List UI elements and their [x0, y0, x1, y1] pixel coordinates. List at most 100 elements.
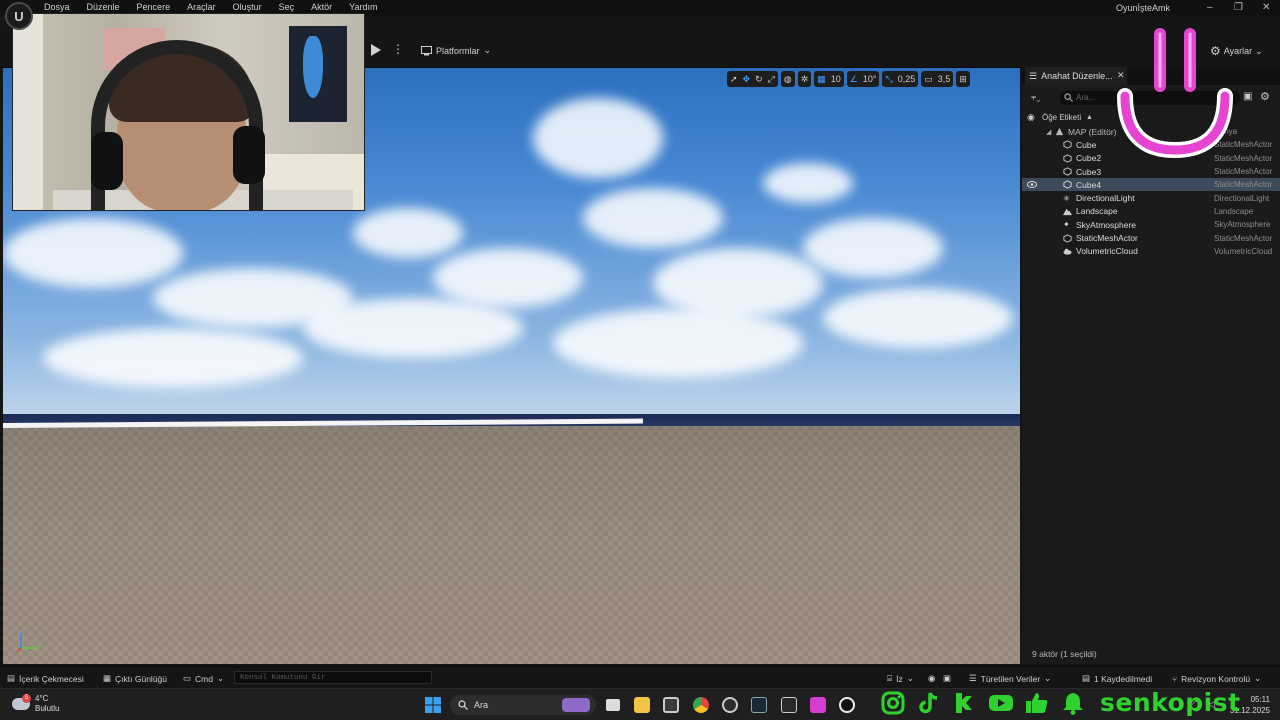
close-window-icon[interactable]: ✕ [1262, 2, 1270, 13]
outliner-row[interactable]: Cube3 StaticMeshActor [1022, 165, 1280, 178]
unreal-engine-icon[interactable] [839, 697, 855, 713]
unreal-logo-icon[interactable]: U [5, 2, 33, 30]
outliner-row-name: Cube2 [1076, 153, 1102, 164]
weather-description: Bulutlu [35, 704, 60, 713]
content-drawer-button[interactable]: ▤ İçerik Çekmecesi [7, 673, 84, 684]
kick-icon [956, 692, 972, 713]
column-item-label[interactable]: Öğe Etiketi [1042, 113, 1081, 122]
weather-temperature: 4°C [35, 694, 49, 703]
unsaved-icon: ▤ [1082, 673, 1091, 683]
app-pink-icon[interactable] [810, 697, 826, 713]
outliner-row-name: VolumetricCloud [1076, 246, 1138, 257]
transform-tools: ➚ ✥ ↻ ⤢ [727, 71, 778, 87]
rotation-snap-button[interactable]: ∠ 10° [846, 71, 880, 87]
scale-snap-button[interactable]: ⤡ 0,25 [882, 71, 919, 87]
outliner-row-type: StaticMeshActor [1214, 167, 1273, 177]
content-drawer-label: İçerik Çekmecesi [19, 673, 84, 684]
epic-games-icon[interactable] [781, 697, 797, 713]
gear-icon[interactable]: ⚙ [1260, 90, 1270, 103]
menu-window[interactable]: Pencere [137, 2, 171, 12]
sky-cloud [3, 218, 183, 288]
revision-icon: ⑂ [1172, 673, 1178, 684]
menu-actor[interactable]: Aktör [311, 2, 332, 12]
console-command-input[interactable]: Konsol Komutunu Gir [234, 671, 432, 684]
taskbar-search[interactable]: Ara [450, 695, 596, 715]
menu-edit[interactable]: Düzenle [87, 2, 120, 12]
outliner-row[interactable]: Landscape Landscape [1022, 205, 1280, 218]
outliner-row[interactable]: ✦ SkyAtmosphere SkyAtmosphere [1022, 218, 1280, 231]
scale-snap-icon: ⤡ [885, 73, 893, 84]
sky-cloud [553, 308, 803, 378]
menu-build[interactable]: Oluştur [233, 2, 262, 12]
minimize-icon[interactable]: – [1207, 2, 1213, 13]
taskbar-search-label: Ara [474, 700, 489, 710]
cmd-dropdown[interactable]: ▭ Cmd ⌄ [183, 673, 224, 684]
bell-icon [1063, 692, 1083, 715]
tab-outliner[interactable]: ☰ Anahat Düzenle... ✕ [1025, 67, 1127, 85]
scale-icon[interactable]: ⤢ [768, 74, 775, 85]
outliner-row-selected[interactable]: Cube4 StaticMeshActor [1022, 178, 1280, 192]
output-log-button[interactable]: ▦ Çıktı Günlüğü [103, 673, 167, 684]
camera-icon: ▭ [924, 73, 933, 84]
grid-icon: ▦ [817, 73, 826, 84]
task-view-icon[interactable] [606, 699, 620, 711]
layout-grid-icon: ⊞ [959, 73, 967, 84]
unsaved-button[interactable]: ▤ 1 Kaydedilmedi [1082, 673, 1152, 684]
play-icon[interactable] [370, 44, 382, 56]
menu-file[interactable]: Dosya [44, 2, 70, 12]
sky-cloud [583, 188, 723, 248]
derived-data-icon: ☰ [969, 673, 977, 683]
cube-icon [1063, 180, 1072, 189]
outliner-row-name: Cube3 [1076, 166, 1102, 177]
outliner-row[interactable]: ✳ DirectionalLight DirectionalLight [1022, 191, 1280, 204]
trace-dropdown[interactable]: ⌸ İz ⌄ [887, 673, 914, 684]
platforms-button[interactable]: Platformlar ⌄ [421, 45, 491, 56]
file-explorer-icon[interactable] [634, 697, 650, 713]
expand-arrow-icon[interactable]: ◢ [1046, 128, 1051, 136]
eye-icon[interactable] [1027, 181, 1037, 189]
landscape-ground [3, 426, 1020, 664]
camera-speed-button[interactable]: ▭ 3,5 [921, 71, 954, 87]
derived-data-dropdown[interactable]: ☰ Türetilen Veriler ⌄ [969, 673, 1051, 684]
grid-snap-button[interactable]: ▦ 10 [814, 71, 844, 87]
steam-icon[interactable] [751, 697, 767, 713]
store-icon[interactable] [663, 697, 679, 713]
outliner-row[interactable]: VolumetricCloud VolumetricCloud [1022, 245, 1280, 258]
chevron-down-icon: ⌄ [1255, 45, 1263, 56]
unsaved-label: 1 Kaydedilmedi [1094, 673, 1153, 684]
platforms-label: Platformlar [436, 45, 480, 56]
menu-select[interactable]: Seç [279, 2, 295, 12]
record-icon[interactable]: ◉ [928, 673, 935, 684]
screenshot-icon[interactable]: ▣ [943, 673, 951, 684]
restore-icon[interactable]: ❐ [1234, 2, 1243, 13]
cube-icon [1063, 233, 1072, 243]
streamer-name: senkopist [1100, 688, 1241, 717]
light-icon: ✳ [1063, 193, 1070, 203]
play-options-icon[interactable]: ⋮ [392, 42, 404, 56]
outliner-row-name: StaticMeshActor [1076, 233, 1138, 244]
select-icon[interactable]: ➚ [730, 74, 738, 85]
move-icon[interactable]: ✥ [743, 74, 751, 85]
world-space-toggle[interactable]: ◍ [780, 71, 795, 87]
menu-help[interactable]: Yardım [349, 2, 377, 12]
webcam-wall [13, 14, 43, 210]
sky-cloud [43, 328, 303, 388]
chevron-down-icon: ⌄ [1044, 673, 1052, 683]
derived-data-label: Türetilen Veriler [980, 673, 1041, 684]
filter-icon[interactable]: ⫧⌄ [1031, 92, 1040, 103]
rotate-icon[interactable]: ↻ [755, 74, 763, 85]
chrome-icon[interactable] [693, 697, 709, 713]
cloud-weather-icon: 5 [12, 694, 31, 710]
github-icon[interactable] [722, 697, 738, 713]
outliner-row[interactable]: StaticMeshActor StaticMeshActor [1022, 231, 1280, 244]
windows-start-icon[interactable] [425, 697, 441, 713]
revision-control-dropdown[interactable]: ⑂ Revizyon Kontrolü ⌄ [1172, 673, 1261, 684]
surface-snap-toggle[interactable]: ✲ [797, 71, 812, 87]
weather-widget[interactable]: 5 4°C Bulutlu [12, 694, 59, 714]
menu-tools[interactable]: Araçlar [187, 2, 216, 12]
search-icon [458, 700, 468, 710]
viewport-toolbar: ➚ ✥ ↻ ⤢ ◍ ✲ ▦ 10 ∠ 10° ⤡ 0,25 ▭ 3,5 ⊞ [727, 71, 970, 87]
layout-button[interactable]: ⊞ [956, 71, 970, 87]
add-folder-icon[interactable]: ▣ [1243, 91, 1252, 102]
cloud-icon [1063, 248, 1072, 255]
